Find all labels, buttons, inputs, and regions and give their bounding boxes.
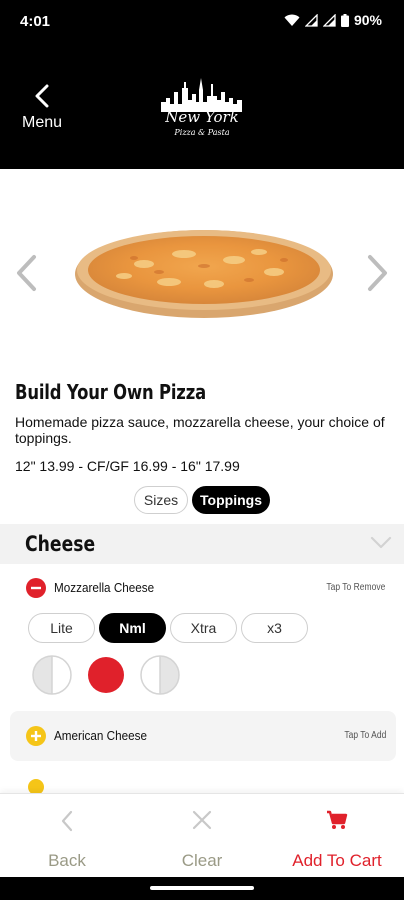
home-indicator[interactable] bbox=[150, 886, 254, 890]
cart-label: Add To Cart bbox=[292, 851, 382, 870]
remove-icon[interactable] bbox=[26, 578, 46, 598]
battery-level: 90% bbox=[353, 12, 382, 28]
back-button[interactable]: Back bbox=[0, 794, 134, 878]
topping-row-american-cheese[interactable]: American Cheese Tap To Add bbox=[10, 711, 396, 761]
status-bar: 4:01 90% bbox=[0, 0, 404, 44]
section-title: Cheese bbox=[25, 532, 96, 556]
battery-icon bbox=[340, 13, 349, 27]
topping-action-hint: Tap To Add bbox=[344, 730, 386, 741]
logo-title: New York bbox=[165, 108, 239, 126]
clear-label: Clear bbox=[181, 851, 223, 870]
product-title: Build Your Own Pizza bbox=[15, 380, 206, 404]
product-price: 12" 13.99 - CF/GF 16.99 - 16" 17.99 bbox=[15, 458, 240, 474]
back-label: Back bbox=[48, 851, 86, 870]
status-time: 4:01 bbox=[20, 13, 51, 30]
clear-button[interactable]: Clear bbox=[135, 794, 269, 878]
left-half-icon[interactable] bbox=[32, 655, 72, 695]
option-tabs: Sizes Toppings bbox=[0, 486, 404, 514]
right-half-icon[interactable] bbox=[140, 655, 180, 695]
signal-icon-2 bbox=[322, 13, 336, 27]
amount-selector: Lite Nml Xtra x3 bbox=[28, 613, 308, 643]
product-description: Homemade pizza sauce, mozzarella cheese,… bbox=[15, 414, 385, 446]
status-icons: 90% bbox=[284, 12, 382, 28]
amount-lite-button[interactable]: Lite bbox=[28, 613, 95, 643]
back-label: Menu bbox=[21, 114, 63, 131]
amount-extra-button[interactable]: Xtra bbox=[170, 613, 237, 643]
product-image-carousel bbox=[0, 169, 404, 369]
tab-sizes[interactable]: Sizes bbox=[134, 486, 188, 514]
amount-normal-button[interactable]: Nml bbox=[99, 613, 166, 643]
close-icon bbox=[192, 810, 212, 830]
cart-icon bbox=[326, 810, 348, 830]
topping-name: Mozzarella Cheese bbox=[54, 580, 155, 595]
add-to-cart-button[interactable]: Add To Cart bbox=[270, 794, 404, 878]
carousel-next-button[interactable] bbox=[366, 254, 390, 297]
chevron-right-icon bbox=[368, 255, 387, 291]
bottom-action-bar: Back Clear Add To Cart bbox=[0, 793, 404, 877]
add-icon[interactable] bbox=[26, 726, 46, 746]
topping-action-hint: Tap To Remove bbox=[326, 582, 385, 593]
topping-row-mozzarella[interactable]: Mozzarella Cheese Tap To Remove bbox=[0, 570, 404, 606]
brand-logo: New York Pizza & Pasta bbox=[157, 74, 247, 142]
signal-icon bbox=[304, 13, 318, 27]
wifi-icon bbox=[284, 14, 300, 27]
section-header-cheese[interactable]: Cheese bbox=[0, 524, 404, 564]
system-nav-bar bbox=[0, 877, 404, 900]
app-header: Menu New York Pizza & Pasta bbox=[0, 44, 404, 169]
tab-toppings[interactable]: Toppings bbox=[192, 486, 270, 514]
whole-icon[interactable] bbox=[86, 655, 126, 695]
chevron-down-icon[interactable] bbox=[370, 536, 392, 555]
logo-subtitle: Pizza & Pasta bbox=[174, 128, 230, 137]
chevron-left-icon bbox=[17, 255, 36, 291]
chevron-left-icon bbox=[60, 810, 74, 832]
pizza-image bbox=[74, 224, 334, 324]
back-to-menu-button[interactable]: Menu bbox=[18, 84, 66, 138]
amount-triple-button[interactable]: x3 bbox=[241, 613, 308, 643]
chevron-left-icon bbox=[34, 84, 50, 108]
carousel-prev-button[interactable] bbox=[14, 254, 38, 297]
topping-name: American Cheese bbox=[54, 728, 147, 743]
